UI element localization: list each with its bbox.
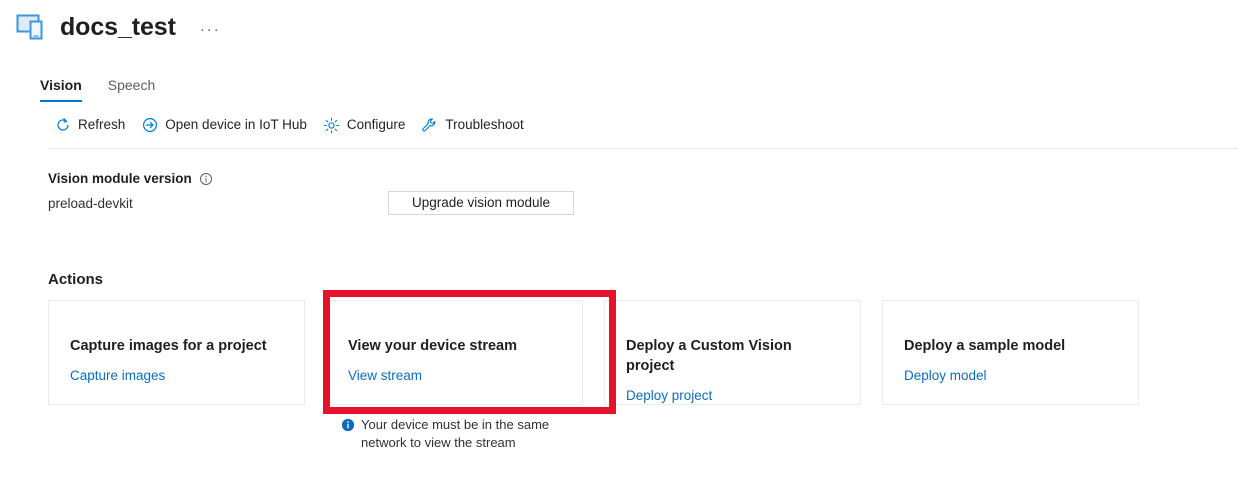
upgrade-vision-module-button[interactable]: Upgrade vision module [388, 191, 574, 215]
command-bar-divider [48, 148, 1238, 149]
capture-images-link[interactable]: Capture images [70, 367, 165, 385]
open-device-label: Open device in IoT Hub [165, 117, 307, 132]
troubleshoot-button[interactable]: Troubleshoot [415, 111, 533, 139]
refresh-label: Refresh [78, 117, 126, 132]
card-title: View your device stream [348, 338, 517, 354]
tab-speech[interactable]: Speech [108, 77, 155, 102]
tab-list: Vision Speech [0, 66, 1238, 102]
stream-network-note-text: Your device must be in the same network … [361, 417, 550, 450]
card-view-device-stream[interactable]: View your device stream View stream [326, 300, 583, 405]
card-title: Capture images for a project [70, 338, 267, 354]
troubleshoot-label: Troubleshoot [445, 117, 524, 132]
card-title: Deploy a sample model [904, 338, 1066, 354]
vision-module-version-value: preload-devkit [48, 196, 133, 211]
card-deploy-sample-model[interactable]: Deploy a sample model Deploy model [882, 300, 1139, 405]
page-title: docs_test [60, 12, 176, 41]
configure-label: Configure [346, 117, 406, 132]
tab-vision-label: Vision [40, 77, 82, 93]
refresh-button[interactable]: Refresh [48, 111, 135, 139]
tab-vision[interactable]: Vision [40, 77, 82, 102]
card-capture-images[interactable]: Capture images for a project Capture ima… [48, 300, 305, 405]
vision-module-version-block: Vision module version preload-devkit [48, 170, 213, 213]
refresh-icon [54, 117, 71, 134]
wrench-icon [421, 117, 438, 134]
actions-heading: Actions [48, 271, 104, 288]
stream-network-note: Your device must be in the same network … [341, 416, 581, 452]
actions-card-row: Capture images for a project Capture ima… [48, 300, 1139, 405]
tab-speech-label: Speech [107, 77, 156, 93]
open-device-in-iot-hub-button[interactable]: Open device in IoT Hub [135, 111, 317, 139]
info-outline-icon[interactable] [199, 172, 213, 186]
card-deploy-custom-vision-project[interactable]: Deploy a Custom Vision project Deploy pr… [604, 300, 861, 405]
vision-module-version-label-row: Vision module version [48, 170, 213, 188]
devices-icon [16, 13, 48, 41]
command-bar: Refresh Open device in IoT Hub Configure [0, 106, 1238, 144]
deploy-project-link[interactable]: Deploy project [626, 387, 712, 405]
device-page: docs_test ··· Vision Speech Refresh Open… [0, 0, 1238, 504]
card-title: Deploy a Custom Vision project [626, 338, 792, 374]
vision-module-version-label: Vision module version [48, 171, 192, 186]
info-filled-icon [341, 418, 355, 432]
page-header: docs_test ··· [0, 0, 1238, 44]
gear-icon [323, 117, 340, 134]
more-options-button[interactable]: ··· [194, 15, 227, 39]
arrow-circle-right-icon [141, 117, 158, 134]
configure-button[interactable]: Configure [317, 111, 416, 139]
deploy-model-link[interactable]: Deploy model [904, 367, 987, 385]
view-stream-link[interactable]: View stream [348, 367, 422, 385]
